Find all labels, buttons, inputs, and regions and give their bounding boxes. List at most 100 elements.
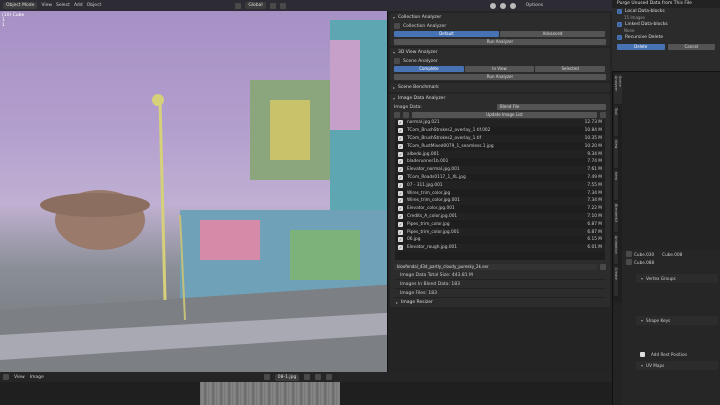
checkbox[interactable]: ✓ bbox=[617, 22, 622, 27]
hdri-field[interactable]: kloofendal_43d_partly_cloudy_puresky_2k.… bbox=[394, 264, 597, 270]
shading-solid-icon[interactable] bbox=[489, 2, 496, 9]
list-item[interactable]: ✓ TCom_BrushStrokes2_overlay_1.tif 10.35 M bbox=[395, 134, 605, 143]
shading-render-icon[interactable] bbox=[509, 2, 516, 9]
section-header[interactable]: ▾ Collection Analyzer bbox=[390, 13, 610, 22]
tab-default[interactable]: Default bbox=[394, 31, 499, 37]
shading-material-icon[interactable] bbox=[499, 2, 506, 9]
list-item[interactable]: ✓ bladerunner1b.001 7.74 M bbox=[395, 158, 605, 166]
list-item[interactable]: ✓ normal.jpg.021 12.73 M bbox=[395, 119, 605, 127]
shape-keys-section[interactable]: ▾ Shape Keys bbox=[636, 316, 718, 325]
play-icon[interactable] bbox=[394, 112, 400, 118]
list-item[interactable]: ✓ TCom_RustMixed0079_1_seamless.1.jpg 10.2… bbox=[395, 142, 605, 150]
cancel-button[interactable]: Cancel bbox=[667, 44, 715, 50]
checkbox[interactable]: ✓ bbox=[398, 190, 403, 196]
mode-select[interactable]: Object Mode bbox=[3, 2, 38, 9]
checkbox[interactable]: ✓ bbox=[398, 174, 403, 180]
checkbox[interactable]: ✓ bbox=[398, 182, 403, 188]
section-header[interactable]: ▾ Image Data Analyzer bbox=[390, 94, 610, 103]
list-item[interactable]: ✓ 06.jpg 6.15 M bbox=[395, 236, 605, 244]
list-item[interactable]: ✓ TCom_Roads0117_1_XL.jpg 7.49 M bbox=[395, 174, 605, 182]
menu-view[interactable]: View bbox=[14, 375, 25, 380]
checkbox[interactable]: ✓ bbox=[398, 167, 403, 173]
tab-item[interactable]: Item bbox=[614, 170, 618, 200]
checkbox[interactable]: ✓ bbox=[398, 120, 403, 126]
update-image-list-button[interactable]: Update Image List bbox=[412, 112, 597, 118]
checkbox[interactable]: ✓ bbox=[398, 237, 403, 243]
fake-user-icon[interactable] bbox=[304, 374, 311, 380]
image-size: 7.49 M bbox=[587, 174, 602, 180]
tab-tool[interactable]: Tool bbox=[614, 106, 618, 136]
trash-icon[interactable] bbox=[600, 112, 606, 118]
snap-icon[interactable] bbox=[269, 2, 276, 9]
tab-animation[interactable]: Animation bbox=[614, 234, 618, 264]
list-item[interactable]: ✓ albedo.jpg.001 9.34 M bbox=[395, 150, 605, 158]
run-collection-analyzer-button[interactable]: Run Analyzer bbox=[394, 39, 606, 45]
section-header[interactable]: ▾ 3D View Analyzer bbox=[390, 48, 610, 57]
tab-scene-analyzer[interactable]: Scene Analyzer bbox=[614, 74, 622, 104]
list-item[interactable]: ✓ Wires_trim_color.jpg.001 7.34 M bbox=[395, 196, 605, 205]
tab-blenderkit[interactable]: BlenderKit bbox=[614, 202, 618, 232]
list-item[interactable]: ✓ TCom_BrushStrokes2_overlay_1.tif.002 10.… bbox=[395, 127, 605, 135]
object-name[interactable]: Cube.030 bbox=[634, 252, 654, 257]
checkbox[interactable]: ✓ bbox=[398, 221, 403, 227]
image-size: 7.34 M bbox=[587, 190, 602, 196]
image-list[interactable]: ✓ normal.jpg.021 12.73 M ✓ TCom_BrushStrokes… bbox=[395, 119, 605, 260]
list-item[interactable]: ✓ Elevator_color.jpg.001 7.22 M bbox=[395, 205, 605, 213]
checkbox[interactable] bbox=[640, 351, 645, 357]
menu-add[interactable]: Add bbox=[74, 3, 83, 8]
transform-icon[interactable] bbox=[235, 2, 242, 9]
tab-in-view[interactable]: In View bbox=[464, 66, 535, 72]
checkbox[interactable]: ✓ bbox=[398, 198, 403, 204]
file-icon[interactable] bbox=[600, 264, 606, 270]
proportional-icon[interactable] bbox=[279, 2, 286, 9]
close-icon[interactable] bbox=[326, 374, 333, 380]
tab-selected[interactable]: Selected bbox=[535, 66, 606, 72]
menu-object[interactable]: Object bbox=[87, 3, 102, 8]
image-data-label: Image Data: bbox=[394, 104, 422, 110]
checkbox[interactable]: ✓ bbox=[398, 135, 403, 141]
refresh-icon[interactable] bbox=[403, 112, 409, 118]
list-item[interactable]: ✓ Elevator_normal.jpg.001 7.61 M bbox=[395, 165, 605, 174]
object-name[interactable]: Cube.008 bbox=[662, 252, 682, 257]
section-header[interactable]: ▸ Scene Benchmark bbox=[390, 83, 610, 92]
new-image-icon[interactable] bbox=[315, 374, 322, 380]
image-browse-icon[interactable] bbox=[263, 374, 270, 380]
list-item[interactable]: ✓ Pipes_trim_color.jpg.001 6.87 M bbox=[395, 228, 605, 236]
list-item[interactable]: ✓ 07 - 311.jpg.001 7.55 M bbox=[395, 181, 605, 190]
list-item[interactable]: ✓ Elevator_rough.jpg.001 6.01 M bbox=[395, 243, 605, 252]
options-button[interactable]: Options bbox=[526, 3, 543, 8]
delete-button[interactable]: Delete bbox=[617, 44, 665, 50]
checkbox[interactable]: ✓ bbox=[398, 213, 403, 219]
list-item[interactable]: ✓ Credits_A_color.jpg.001 7.10 M bbox=[395, 212, 605, 221]
list-item[interactable]: ✓ Pipes_trim_color.jpg 6.87 M bbox=[395, 220, 605, 228]
checkbox[interactable]: ✓ bbox=[398, 245, 403, 251]
tab-advanced[interactable]: Advanced bbox=[500, 31, 605, 37]
checkbox[interactable]: ✓ bbox=[398, 159, 403, 165]
menu-select[interactable]: Select bbox=[56, 3, 70, 8]
menu-image[interactable]: Image bbox=[30, 375, 44, 380]
checkbox[interactable]: ✓ bbox=[398, 143, 403, 149]
chevron-right-icon: ▸ bbox=[396, 300, 399, 305]
checkbox[interactable]: ✓ bbox=[617, 35, 622, 40]
image-name-field[interactable]: 08-1.jpg bbox=[274, 373, 300, 381]
image-data-select[interactable]: Blend File bbox=[497, 104, 606, 110]
checkbox[interactable]: ✓ bbox=[398, 206, 403, 212]
orientation-select[interactable]: Global bbox=[245, 2, 266, 9]
tab-complete[interactable]: Complete bbox=[394, 66, 464, 72]
tab-view[interactable]: View bbox=[614, 138, 618, 168]
list-item[interactable]: ✓ Wires_trim_color.jpg 7.34 M bbox=[395, 189, 605, 197]
uv-maps-section[interactable]: ▾ UV Maps bbox=[636, 361, 718, 370]
image-resizer-header[interactable]: ▸ Image Resizer bbox=[390, 298, 610, 307]
editor-type-icon[interactable] bbox=[3, 374, 9, 380]
mesh-name-field[interactable]: Cube.088 bbox=[634, 260, 654, 265]
vertex-groups-section[interactable]: ▾ Vertex Groups bbox=[636, 274, 718, 283]
menu-view[interactable]: View bbox=[41, 3, 52, 8]
checkbox[interactable]: ✓ bbox=[398, 229, 403, 235]
run-scene-analyzer-button[interactable]: Run Analyzer bbox=[394, 74, 606, 80]
tab-create[interactable]: Create bbox=[614, 266, 618, 296]
checkbox[interactable]: ✓ bbox=[398, 128, 403, 134]
image-name: bladerunner1b.001 bbox=[407, 159, 449, 165]
image-name: Wires_trim_color.jpg.001 bbox=[407, 198, 460, 204]
checkbox[interactable]: ✓ bbox=[398, 151, 403, 157]
checkbox[interactable]: ✓ bbox=[617, 9, 622, 14]
